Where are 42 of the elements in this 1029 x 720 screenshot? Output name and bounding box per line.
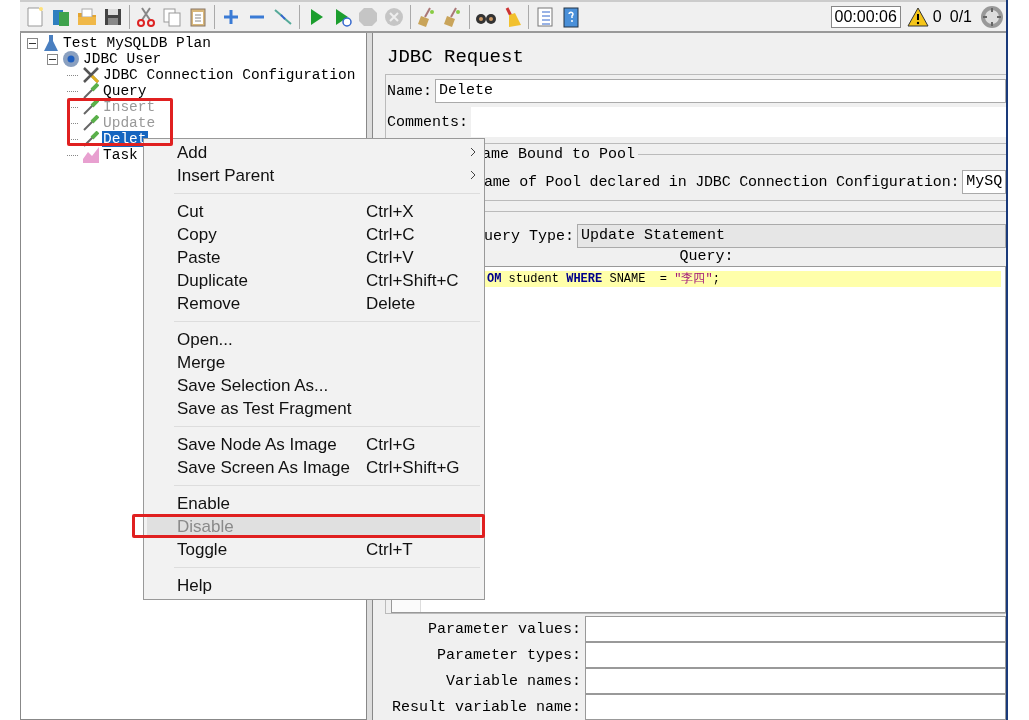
field-label: Variable names: — [444, 672, 582, 690]
comments-field[interactable] — [471, 107, 1006, 137]
pool-name-field[interactable]: MySQ — [962, 170, 1006, 194]
input-field[interactable] — [585, 642, 1006, 668]
pipette-icon — [83, 99, 99, 115]
field-label: Parameter types: — [435, 646, 582, 664]
input-field[interactable] — [585, 694, 1006, 720]
elapsed-time: 00:00:06 — [830, 5, 901, 28]
field-label: Comments: — [386, 113, 469, 131]
input-field[interactable] — [585, 616, 1006, 642]
name-field[interactable]: Delete — [435, 79, 1006, 103]
graph-icon — [83, 147, 99, 163]
tree-item[interactable]: JDBC Connection Configuration — [102, 67, 357, 83]
flask-icon — [43, 35, 59, 51]
query-label: Query: — [679, 248, 734, 265]
collapse-toggle-icon[interactable] — [27, 37, 38, 49]
tree-item[interactable]: Query — [102, 83, 148, 99]
collapse-toggle-icon[interactable] — [47, 53, 58, 65]
menu-item[interactable]: Copy Ctrl+C — [147, 223, 480, 246]
remote-icon[interactable] — [980, 4, 1004, 29]
field-label: uery Type: — [483, 227, 575, 245]
input-field[interactable] — [585, 668, 1006, 694]
tree-item[interactable]: Task — [102, 147, 139, 163]
menu-item[interactable]: Paste Ctrl+V — [147, 246, 480, 269]
warning-icon — [906, 6, 929, 27]
query-type-dropdown[interactable]: Update Statement — [577, 224, 1006, 248]
warning-count: 0 — [932, 7, 942, 26]
gear-icon — [63, 51, 79, 67]
tree-item[interactable]: Test MySQLDB Plan — [62, 35, 212, 51]
thread-count: 0/1 — [949, 7, 972, 26]
field-label: Name: — [386, 82, 433, 100]
field-label: Result variable name: — [390, 698, 582, 716]
wrench-icon — [83, 67, 99, 83]
menu-item[interactable]: Cut Ctrl+X — [147, 200, 480, 223]
field-label: Parameter values: — [426, 620, 582, 638]
pipette-icon — [83, 115, 99, 131]
tree-item[interactable]: JDBC User — [82, 51, 163, 67]
pipette-icon — [83, 83, 99, 99]
panel-title: JDBC Request — [386, 45, 525, 70]
field-label: ame of Pool declared in JDBC Connection Configuration: — [483, 173, 961, 191]
menu-item[interactable]: Insert Parent — [147, 164, 480, 187]
menu-item[interactable]: Add — [147, 141, 480, 164]
